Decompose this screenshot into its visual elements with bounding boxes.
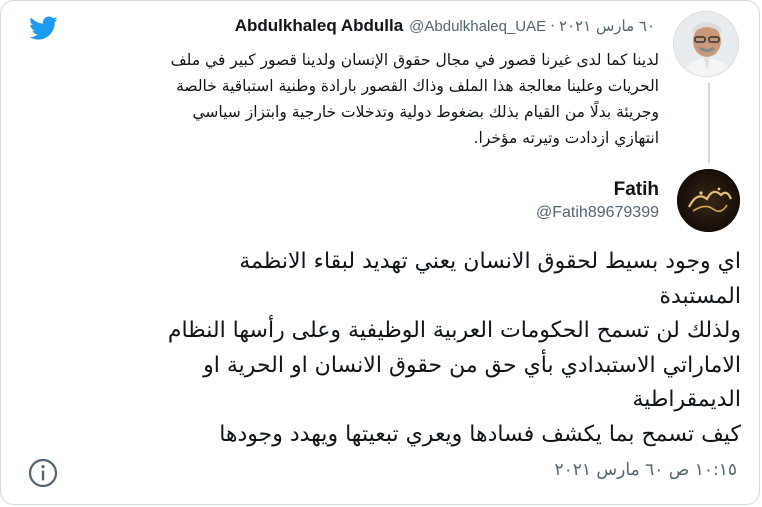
quoted-author-handle[interactable]: @Abdulkhaleq_UAE xyxy=(409,18,546,35)
text-line: وجريئة بدلًا من القيام بذلك بضغوط دولية … xyxy=(192,103,660,121)
header-separator: · xyxy=(550,17,555,35)
text-line: لدينا كما لدى غيرنا قصور في مجال حقوق ال… xyxy=(170,51,659,69)
main-author-avatar[interactable] xyxy=(677,169,740,232)
text-line: ولذلك لن تسمح الحكومات العربية الوظيفية … xyxy=(167,318,741,343)
tweet-card: Abdulkhaleq Abdulla @Abdulkhaleq_UAE · ٦٠ م… xyxy=(0,0,760,505)
main-author-handle[interactable]: @Fatih89679399 xyxy=(536,204,659,222)
quoted-tweet-header: Abdulkhaleq Abdulla @Abdulkhaleq_UAE · ٦٠ م… xyxy=(235,15,655,38)
info-icon[interactable] xyxy=(27,457,59,489)
text-line: اي وجود بسيط لحقوق الانسان يعني تهديد لب… xyxy=(239,249,741,274)
main-author-name[interactable]: Fatih xyxy=(614,179,659,201)
tweet-timestamp[interactable]: ١٠:١٥ ص ٦٠ مارس ٢٠٢١ xyxy=(555,460,738,480)
quoted-tweet-date[interactable]: ٦٠ مارس ٢٠٢١ xyxy=(559,17,655,35)
text-line: المستبدة xyxy=(659,283,741,309)
text-line: انتهازي ازدادت وتيرته مؤخرا. xyxy=(473,129,659,147)
text-line: الاماراتي الاستبدادي بأي حق من حقوق الان… xyxy=(203,352,741,378)
text-line: كيف تسمح بما يكشف فسادها ويعري تبعيتها و… xyxy=(219,421,741,447)
quoted-author-avatar[interactable] xyxy=(673,11,739,77)
main-tweet-text: اي وجود بسيط لحقوق الانسان يعني تهديد لب… xyxy=(97,245,741,452)
text-line: الحريات وعلينا معالجة هذا الملف وذاك الق… xyxy=(176,77,659,95)
quoted-tweet-text: لدينا كما لدى غيرنا قصور في مجال حقوق ال… xyxy=(61,47,659,151)
thread-connector-line xyxy=(708,83,710,163)
quoted-author-name[interactable]: Abdulkhaleq Abdulla xyxy=(235,16,403,35)
calligraphy-logo-icon xyxy=(677,169,740,232)
text-line: الديمقراطية xyxy=(632,387,741,412)
twitter-bird-icon[interactable] xyxy=(25,13,61,43)
person-portrait-icon xyxy=(674,12,738,76)
